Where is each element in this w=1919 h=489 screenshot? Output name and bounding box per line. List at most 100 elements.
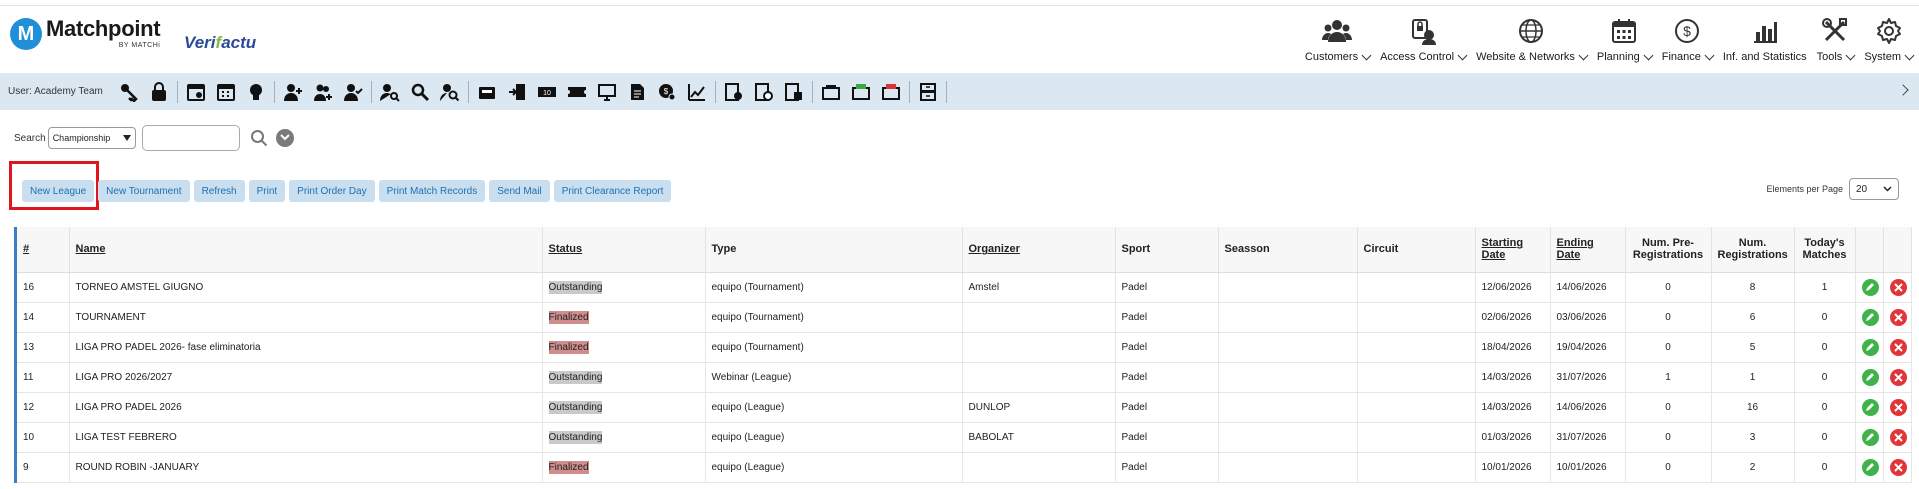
user-check-icon[interactable] — [338, 80, 368, 104]
delete-x-icon[interactable] — [1889, 338, 1907, 356]
expand-filters-icon[interactable] — [275, 129, 294, 147]
edit-pencil-icon[interactable] — [1861, 428, 1879, 446]
col-header-starting-date[interactable]: Starting Date — [1475, 227, 1551, 273]
booking-time-icon[interactable] — [749, 80, 779, 104]
calendar-clock-icon[interactable] — [181, 80, 211, 104]
nav-finance[interactable]: $ Finance — [1662, 11, 1715, 63]
user-add-icon[interactable] — [278, 80, 308, 104]
table-row[interactable]: 12 LIGA PRO PADEL 2026 Outstanding equipo (… — [17, 392, 1912, 423]
cash-drawer-icon[interactable] — [816, 80, 846, 104]
send-mail-button[interactable]: Send Mail — [489, 180, 550, 202]
search-icon[interactable] — [250, 129, 268, 147]
nav-planning[interactable]: Planning — [1597, 11, 1654, 63]
print-clearance-report-button[interactable]: Print Clearance Report — [553, 180, 672, 202]
lock-icon[interactable] — [144, 80, 174, 104]
cell-delete — [1883, 452, 1912, 483]
delete-x-icon[interactable] — [1889, 368, 1907, 386]
col-header-organizer[interactable]: Organizer — [962, 227, 1116, 273]
cash-close-icon[interactable] — [876, 80, 906, 104]
table-row[interactable]: 14 TOURNAMENT Finalized equipo (Tournament)… — [17, 302, 1912, 333]
users-add-icon[interactable] — [308, 80, 338, 104]
status-badge: Outstanding — [548, 370, 603, 384]
line-chart-icon[interactable] — [682, 80, 712, 104]
cell-edit — [1855, 272, 1884, 303]
verifactu-part-1: Veri — [184, 33, 216, 52]
cash-open-icon[interactable] — [846, 80, 876, 104]
cell-pre-registrations: 0 — [1625, 302, 1712, 333]
cell-registrations: 8 — [1711, 272, 1795, 303]
cell-status: Outstanding — [542, 272, 706, 303]
table-row[interactable]: 9 ROUND ROBIN -JANUARY Finalized equipo (Le… — [17, 452, 1912, 483]
edit-pencil-icon[interactable] — [1861, 338, 1879, 356]
edit-pencil-icon[interactable] — [1861, 398, 1879, 416]
edit-pencil-icon[interactable] — [1861, 308, 1879, 326]
main-nav: Customers Access Control Website & Netwo… — [1295, 11, 1915, 63]
table-row[interactable]: 10 LIGA TEST FEBRERO Outstanding equipo (Le… — [17, 422, 1912, 453]
search-type-select[interactable]: Championship — [47, 127, 136, 149]
cell-sport: Padel — [1115, 362, 1219, 393]
table-row[interactable]: 11 LIGA PRO 2026/2027 Outstanding Webinar (… — [17, 362, 1912, 393]
monitor-icon[interactable] — [592, 80, 622, 104]
new-tournament-button[interactable]: New Tournament — [98, 180, 190, 202]
document-icon[interactable] — [622, 80, 652, 104]
elements-per-page-select[interactable]: 20 — [1849, 178, 1899, 200]
booking-add-icon[interactable] — [719, 80, 749, 104]
cash-register-icon[interactable] — [472, 80, 502, 104]
calendar-grid-icon[interactable] — [211, 80, 241, 104]
cell-id: 16 — [17, 272, 70, 303]
col-header-ending-date[interactable]: Ending Date — [1550, 227, 1626, 273]
print-match-records-button[interactable]: Print Match Records — [378, 180, 486, 202]
nav-system[interactable]: System — [1864, 11, 1915, 63]
col-header-seasson: Seasson — [1218, 227, 1358, 273]
refresh-button[interactable]: Refresh — [193, 180, 245, 202]
delete-x-icon[interactable] — [1889, 278, 1907, 296]
cell-registrations: 5 — [1711, 332, 1795, 363]
ticket-icon[interactable]: 10 — [532, 80, 562, 104]
delete-x-icon[interactable] — [1889, 398, 1907, 416]
cell-pre-registrations: 0 — [1625, 272, 1712, 303]
edit-pencil-icon[interactable] — [1861, 368, 1879, 386]
col-header-id[interactable]: # — [17, 227, 70, 273]
nav-website-networks[interactable]: Website & Networks — [1476, 11, 1589, 63]
user-search-icon[interactable] — [375, 80, 405, 104]
chevron-down-icon — [1883, 186, 1892, 192]
matchpoint-logo[interactable]: M Matchpoint BY MATCHi — [10, 18, 161, 50]
user-magnifier-icon[interactable] — [435, 80, 465, 104]
search-input[interactable] — [141, 125, 240, 151]
edit-pencil-icon[interactable] — [1861, 458, 1879, 476]
archive-icon[interactable] — [913, 80, 943, 104]
voucher-icon[interactable] — [562, 80, 592, 104]
new-league-button[interactable]: New League — [22, 180, 95, 202]
cell-edit — [1855, 302, 1884, 333]
logo-badge: M — [10, 18, 42, 50]
chevron-down-icon — [1457, 50, 1468, 60]
delete-x-icon[interactable] — [1889, 428, 1907, 446]
lightbulb-icon[interactable] — [241, 80, 271, 104]
magnifier-icon[interactable] — [405, 80, 435, 104]
nav-inf-statistics[interactable]: Inf. and Statistics — [1723, 11, 1807, 63]
print-button[interactable]: Print — [248, 180, 286, 202]
print-order-day-button[interactable]: Print Order Day — [289, 180, 375, 202]
cell-type: Webinar (League) — [705, 362, 963, 393]
action-buttons: New League New Tournament Refresh Print … — [22, 180, 675, 202]
nav-customers[interactable]: Customers — [1305, 11, 1372, 63]
cell-starting-date: 14/03/2026 — [1475, 362, 1551, 393]
cell-seasson — [1218, 392, 1358, 423]
chevron-right-icon[interactable] — [1897, 84, 1909, 96]
col-header-status[interactable]: Status — [542, 227, 706, 273]
col-header-name[interactable]: Name — [69, 227, 543, 273]
coin-settings-icon[interactable]: $ — [652, 80, 682, 104]
door-enter-icon[interactable] — [502, 80, 532, 104]
elements-per-page-label: Elements per Page — [1766, 184, 1843, 194]
delete-x-icon[interactable] — [1889, 458, 1907, 476]
booking-user-icon[interactable] — [779, 80, 809, 104]
key-icon[interactable] — [114, 80, 144, 104]
nav-tools[interactable]: Tools — [1817, 11, 1856, 63]
cell-delete — [1883, 332, 1912, 363]
edit-pencil-icon[interactable] — [1861, 278, 1879, 296]
delete-x-icon[interactable] — [1889, 308, 1907, 326]
table-row[interactable]: 13 LIGA PRO PADEL 2026- fase eliminatoria… — [17, 332, 1912, 363]
nav-access-control[interactable]: Access Control — [1380, 11, 1468, 63]
table-row[interactable]: 16 TORNEO AMSTEL GIUGNO Outstanding equipo … — [17, 272, 1912, 303]
header-text: Seasson — [1224, 243, 1270, 256]
